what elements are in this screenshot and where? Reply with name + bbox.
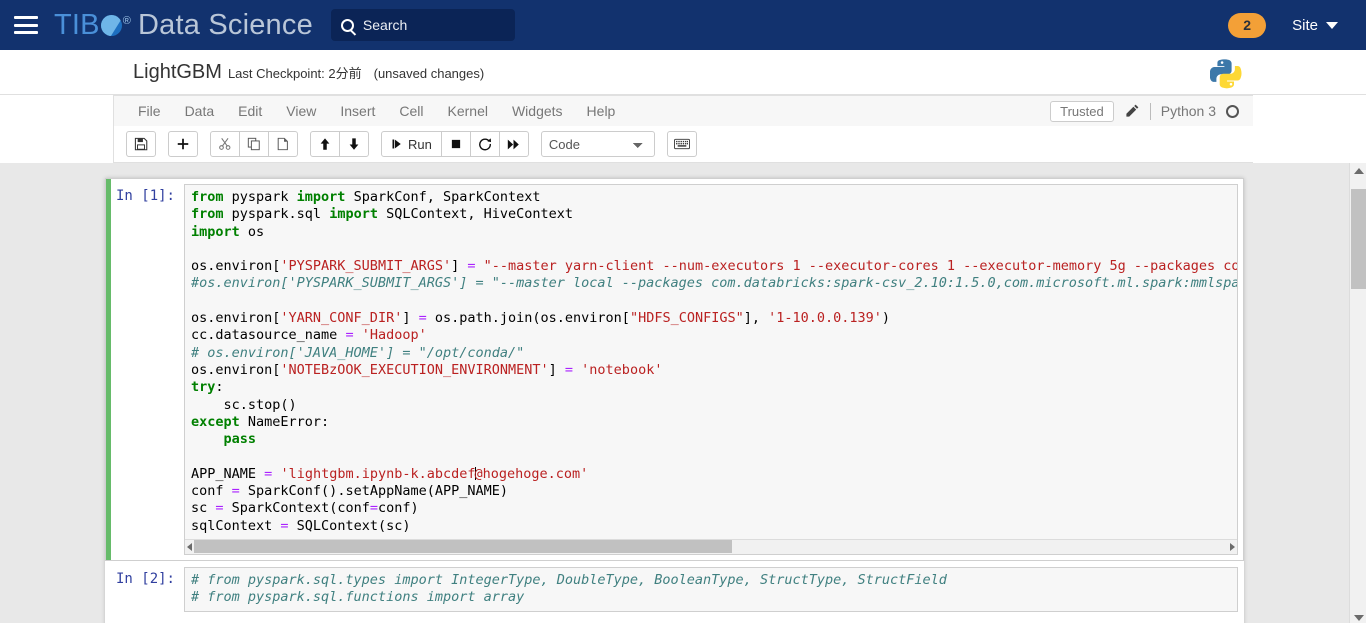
search-icon: [340, 18, 354, 32]
kernel-name-label[interactable]: Python 3: [1161, 103, 1216, 119]
interrupt-kernel-button[interactable]: [440, 131, 471, 157]
trusted-badge[interactable]: Trusted: [1050, 100, 1114, 122]
registered-mark-icon: ®: [122, 14, 132, 27]
menubar-right-group: Trusted Python 3: [1050, 100, 1253, 122]
move-cell-up-button[interactable]: [310, 131, 340, 157]
copy-button[interactable]: [239, 131, 269, 157]
menu-item-edit[interactable]: Edit: [226, 98, 274, 124]
scroll-left-arrow-icon[interactable]: [187, 542, 192, 551]
toolbar-group-save: [126, 131, 156, 157]
toolbar-group-palette: [666, 131, 697, 157]
brand-tibco-text: TIB: [54, 8, 100, 41]
menu-item-help[interactable]: Help: [575, 98, 628, 124]
scroll-down-arrow-icon[interactable]: [1354, 615, 1364, 621]
unsaved-changes-text: (unsaved changes): [373, 65, 485, 81]
cell-input-area[interactable]: # from pyspark.sql.types import IntegerT…: [184, 566, 1238, 612]
top-bar-right-group: 2 Site: [1228, 12, 1352, 38]
cell-input-area[interactable]: from pyspark import SparkConf, SparkCont…: [184, 184, 1238, 555]
hscroll-track[interactable]: [194, 540, 1228, 554]
insert-cell-below-button[interactable]: [168, 131, 198, 157]
cell-type-select[interactable]: Code Markdown Raw NBConvert Heading: [540, 131, 655, 157]
menu-item-widgets[interactable]: Widgets: [500, 98, 575, 124]
restart-and-run-all-button[interactable]: [498, 131, 529, 157]
toolbar-row: Run Code Markdown Raw NB: [0, 126, 1366, 163]
chevron-down-icon: [1326, 21, 1338, 29]
pencil-icon[interactable]: [1124, 103, 1140, 119]
site-menu-label: Site: [1292, 16, 1318, 34]
cell-horizontal-scrollbar[interactable]: [185, 538, 1237, 554]
notebook-toolbar: Run Code Markdown Raw NB: [113, 126, 1253, 163]
menu-item-data[interactable]: Data: [173, 98, 227, 124]
brand-logo[interactable]: TIB ® Data Science: [54, 9, 313, 42]
save-button[interactable]: [126, 131, 156, 157]
fast-forward-icon: [508, 139, 520, 149]
site-menu-button[interactable]: Site: [1292, 17, 1338, 34]
search-placeholder-text: Search: [362, 17, 408, 33]
plus-icon: [177, 138, 189, 150]
command-palette-button[interactable]: [666, 131, 697, 157]
notebook-menubar: File Data Edit View Insert Cell Kernel W…: [113, 95, 1253, 126]
restart-circle-icon: [478, 138, 491, 151]
notebook-sheet: In [1]: from pyspark import SparkConf, S…: [105, 178, 1244, 623]
application-top-bar: TIB ® Data Science Search 2 Site: [0, 0, 1366, 50]
last-checkpoint-text: Last Checkpoint: 2分前: [227, 65, 362, 81]
cell-source-code[interactable]: # from pyspark.sql.types import IntegerT…: [185, 568, 1237, 611]
copy-icon: [247, 137, 260, 151]
arrow-up-icon: [320, 138, 330, 150]
kernel-idle-circle-icon[interactable]: [1226, 104, 1239, 118]
vscroll-thumb[interactable]: [1351, 188, 1366, 289]
python-logo-icon: [1210, 59, 1242, 89]
scissors-icon: [219, 138, 231, 150]
notebook-title-group: LightGBM Last Checkpoint: 2分前 (unsaved c…: [0, 61, 484, 84]
brand-product-text: Data Science: [138, 8, 313, 41]
cell-source-code[interactable]: from pyspark import SparkConf, SparkCont…: [185, 185, 1237, 539]
notebook-cell[interactable]: In [2]: # from pyspark.sql.types import …: [105, 561, 1244, 618]
toolbar-group-run: Run: [381, 131, 529, 157]
menubar-row: File Data Edit View Insert Cell Kernel W…: [0, 95, 1366, 126]
toolbar-left-gutter: [0, 126, 113, 163]
run-cell-button[interactable]: Run: [381, 131, 442, 157]
menu-item-view[interactable]: View: [274, 98, 328, 124]
run-icon: [392, 139, 401, 149]
scroll-up-arrow-icon[interactable]: [1354, 168, 1364, 174]
cut-button[interactable]: [210, 131, 240, 157]
notebook-canvas: In [1]: from pyspark import SparkConf, S…: [0, 163, 1366, 623]
menubar-divider: [1149, 102, 1151, 120]
notebook-name[interactable]: LightGBM: [133, 61, 222, 84]
menubar-left-gutter: [0, 95, 113, 126]
cell-prompt: In [2]:: [115, 570, 175, 587]
floppy-disk-icon: [134, 137, 148, 151]
paste-icon: [277, 137, 288, 151]
vscroll-track[interactable]: [1350, 180, 1366, 609]
page-vertical-scrollbar[interactable]: [1349, 163, 1366, 623]
toolbar-group-clipboard: [210, 131, 298, 157]
restart-kernel-button[interactable]: [469, 131, 500, 157]
toolbar-group-move: [310, 131, 369, 157]
menu-item-cell[interactable]: Cell: [387, 98, 435, 124]
menu-item-insert[interactable]: Insert: [328, 98, 387, 124]
scroll-right-arrow-icon[interactable]: [1230, 542, 1235, 551]
cell-prompt: In [1]:: [115, 188, 175, 204]
menu-item-file[interactable]: File: [126, 98, 173, 124]
toolbar-group-insert: [168, 131, 198, 157]
move-cell-down-button[interactable]: [339, 131, 369, 157]
paste-button[interactable]: [268, 131, 298, 157]
notification-badge[interactable]: 2: [1228, 12, 1267, 38]
hscroll-thumb[interactable]: [194, 540, 732, 554]
notebook-header: LightGBM Last Checkpoint: 2分前 (unsaved c…: [0, 50, 1366, 95]
menu-item-kernel[interactable]: Kernel: [436, 98, 500, 124]
notebook-cell[interactable]: In [1]: from pyspark import SparkConf, S…: [105, 178, 1244, 561]
tibco-swoosh-icon: [100, 14, 122, 36]
keyboard-icon: [673, 138, 690, 150]
run-button-label: Run: [408, 136, 432, 152]
arrow-down-icon: [349, 138, 359, 150]
search-input[interactable]: Search: [330, 9, 515, 41]
hamburger-menu-icon[interactable]: [14, 16, 38, 34]
stop-square-icon: [451, 139, 460, 149]
